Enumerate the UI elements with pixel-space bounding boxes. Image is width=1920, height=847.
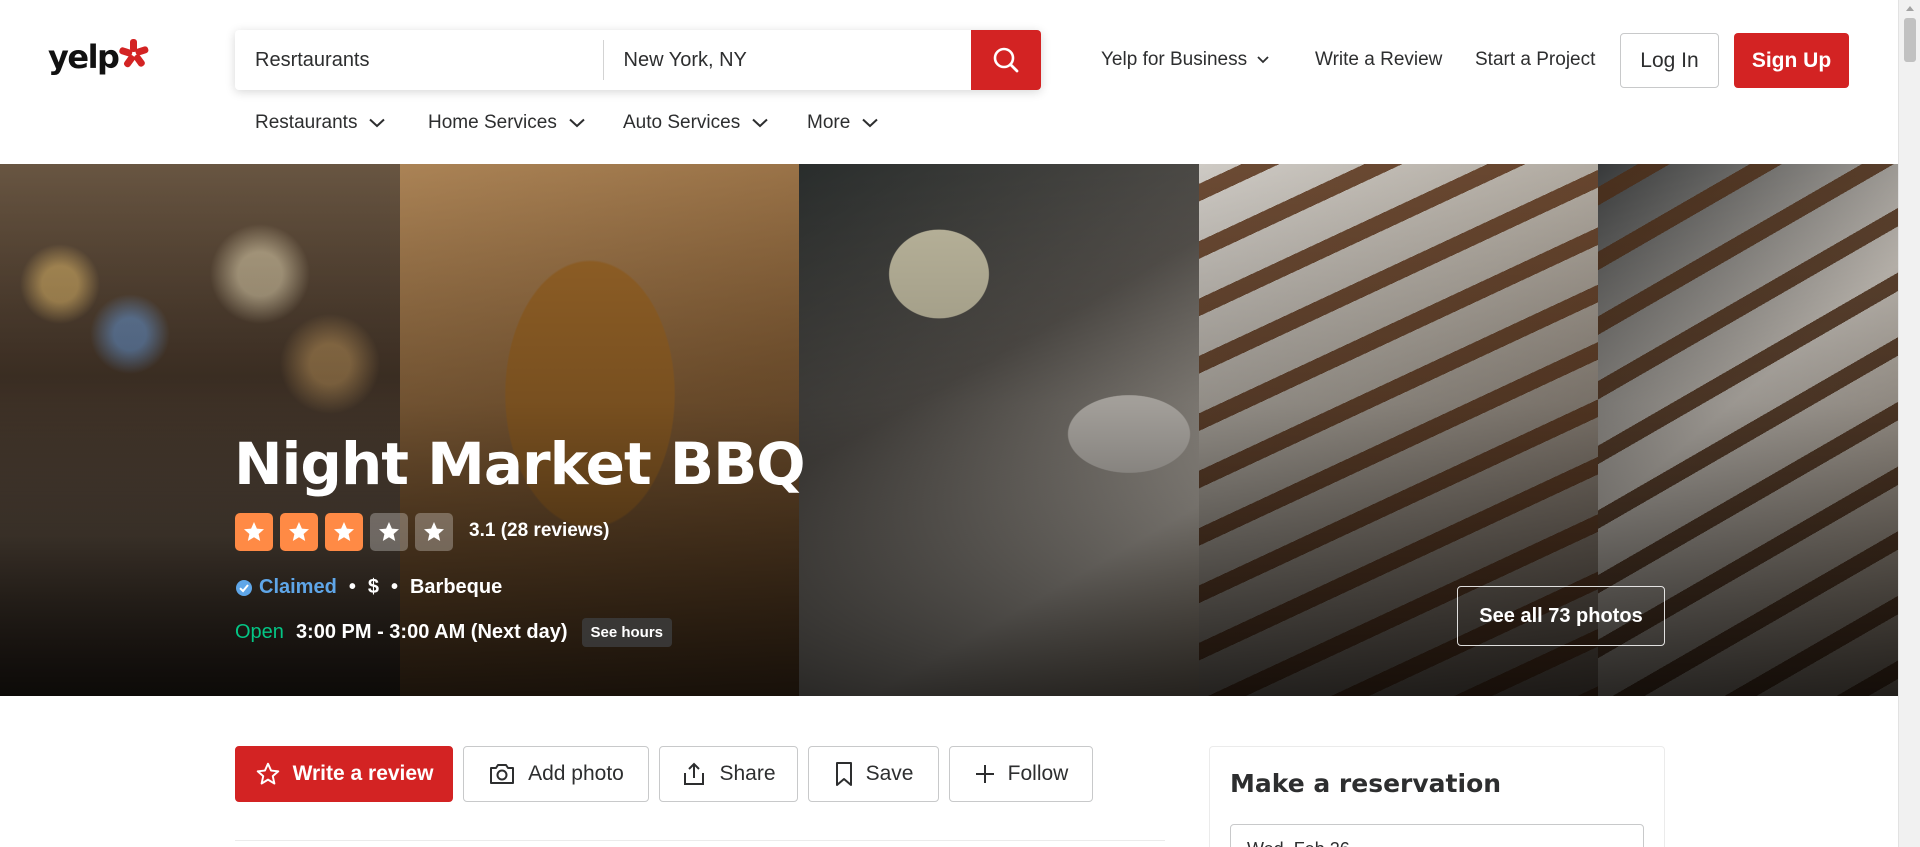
star-rating (235, 513, 460, 551)
page-scrollbar[interactable] (1898, 0, 1920, 847)
star-outline-icon (256, 762, 279, 785)
separator-dot: • (390, 576, 398, 598)
start-a-project-label: Start a Project (1475, 49, 1596, 70)
nav-more[interactable]: More (807, 108, 878, 138)
see-hours-button[interactable]: See hours (581, 618, 673, 647)
scroll-up-arrow[interactable] (1899, 0, 1920, 16)
price-range: $ (367, 576, 379, 598)
nav-home-services[interactable]: Home Services (428, 108, 585, 138)
find-input[interactable]: Resrtaurants (235, 30, 603, 90)
open-status: Open (235, 621, 284, 643)
scroll-thumb[interactable] (1904, 18, 1916, 62)
plus-icon (975, 765, 994, 783)
review-count-link[interactable]: 3.1 (28 reviews) (469, 520, 609, 542)
reservation-date-select[interactable]: Wed, Feb 26 (1230, 824, 1644, 847)
nav-home-services-label: Home Services (428, 112, 557, 133)
yelp-for-business-menu[interactable]: Yelp for Business (1101, 30, 1269, 90)
yelp-logo[interactable]: yelp (48, 38, 149, 76)
add-photo-label: Add photo (528, 762, 624, 785)
star-icon (379, 522, 399, 541)
star-empty (370, 513, 408, 551)
add-photo-button[interactable]: Add photo (463, 746, 649, 802)
logo-text: yelp (48, 38, 120, 76)
business-name: Night Market BBQ (234, 430, 806, 498)
star-icon (424, 522, 444, 541)
nav-more-label: More (807, 112, 851, 133)
verified-check-icon (236, 579, 252, 596)
star-filled (235, 513, 273, 551)
follow-label: Follow (1007, 762, 1069, 785)
hours-text: 3:00 PM - 3:00 AM (Next day) (295, 621, 568, 643)
photo-header: Night Market BBQ 3.1 (28 reviews) Claime… (0, 164, 1898, 696)
nav-auto-services[interactable]: Auto Services (623, 108, 768, 138)
star-empty (415, 513, 453, 551)
star-icon (334, 522, 354, 541)
reservation-title: Make a reservation (1230, 769, 1502, 798)
claimed-label[interactable]: Claimed (259, 576, 337, 599)
search-bar: Resrtaurants New York, NY (235, 30, 1041, 90)
chevron-down-icon (569, 118, 585, 128)
separator-dot: • (348, 576, 356, 598)
bookmark-icon (835, 762, 852, 786)
chevron-down-icon (862, 118, 878, 128)
star-icon (289, 522, 309, 541)
start-a-project-link[interactable]: Start a Project (1475, 30, 1595, 90)
write-a-review-label: Write a Review (1315, 49, 1443, 70)
sign-up-button[interactable]: Sign Up (1734, 33, 1849, 88)
camera-icon (490, 764, 515, 784)
section-divider (235, 840, 1165, 841)
star-filled (325, 513, 363, 551)
follow-button[interactable]: Follow (949, 746, 1093, 802)
nav-restaurants-label: Restaurants (255, 112, 358, 133)
see-all-photos-button[interactable]: See all 73 photos (1457, 586, 1665, 646)
share-button[interactable]: Share (659, 746, 798, 802)
nav-restaurants[interactable]: Restaurants (255, 108, 386, 138)
action-buttons: Write a review Add photo Share Save Foll… (235, 746, 1103, 802)
yelp-burst-icon (119, 39, 149, 68)
site-header: yelp Resrtaurants New York, NY Yelp for … (0, 0, 1898, 164)
reservation-card: Make a reservation Wed, Feb 26 (1209, 746, 1665, 847)
category-link[interactable]: Barbeque (410, 576, 502, 599)
chevron-down-icon (752, 118, 768, 128)
business-meta: Claimed • $ • Barbeque (235, 576, 502, 599)
log-in-button[interactable]: Log In (1620, 33, 1719, 88)
share-icon (684, 762, 705, 785)
search-button[interactable] (971, 30, 1041, 90)
write-a-review-button[interactable]: Write a review (235, 746, 453, 802)
nav-auto-services-label: Auto Services (623, 112, 741, 133)
chevron-down-icon (1257, 56, 1269, 64)
search-icon (993, 47, 1019, 73)
save-button[interactable]: Save (808, 746, 939, 802)
hours-row: Open 3:00 PM - 3:00 AM (Next day) See ho… (235, 618, 673, 647)
write-a-review-link[interactable]: Write a Review (1315, 30, 1442, 90)
yelp-for-business-label: Yelp for Business (1101, 49, 1248, 70)
caret-up-icon (1906, 5, 1914, 11)
share-label: Share (719, 762, 776, 785)
save-label: Save (865, 762, 914, 785)
chevron-down-icon (369, 118, 386, 128)
star-filled (280, 513, 318, 551)
near-input[interactable]: New York, NY (604, 30, 972, 90)
star-icon (244, 522, 264, 541)
write-a-review-label: Write a review (292, 762, 434, 785)
